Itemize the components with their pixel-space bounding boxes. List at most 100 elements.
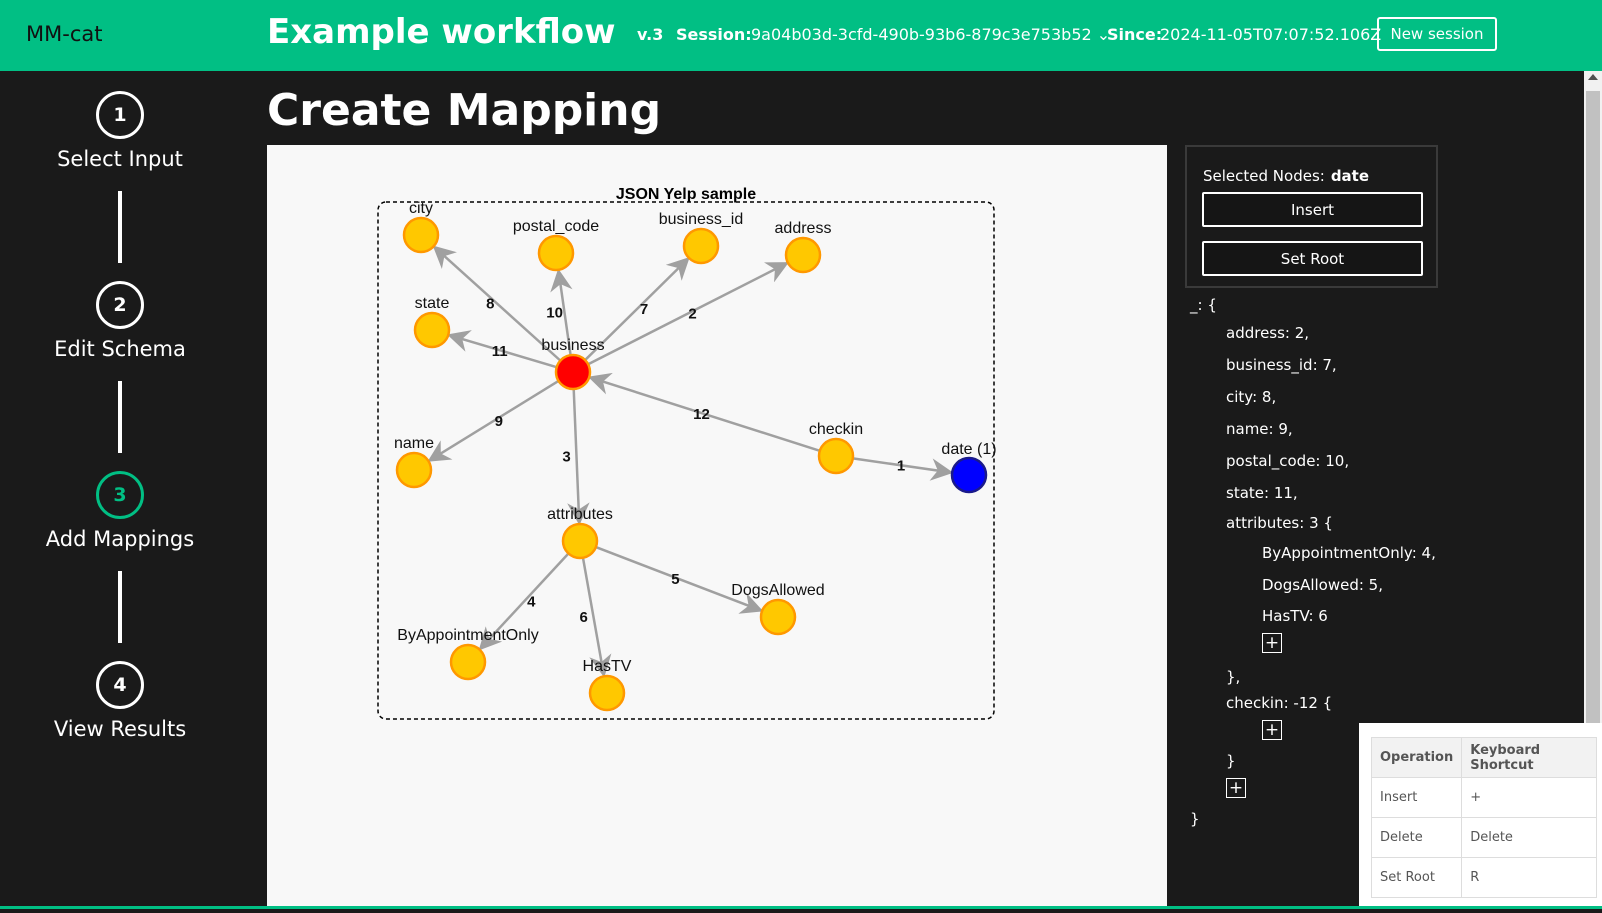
step-select-input[interactable]: 1 Select Input [0, 91, 240, 171]
selected-nodes-value: date [1330, 167, 1370, 185]
insert-button[interactable]: Insert [1202, 192, 1423, 227]
operation-cell: Set Root [1370, 857, 1463, 898]
tree-line[interactable]: postal_code: 10, [1226, 452, 1349, 470]
edge-label: 8 [486, 296, 494, 313]
node-label: name [394, 435, 434, 452]
add-property-icon[interactable]: + [1226, 778, 1246, 798]
node-city[interactable] [402, 216, 440, 254]
shortcut-cell: Delete [1461, 817, 1598, 858]
node-label: city [409, 200, 433, 217]
node-label: date (1) [941, 441, 996, 458]
node-label: state [415, 295, 450, 312]
shortcut-cell: + [1461, 777, 1598, 818]
node-hastv[interactable] [588, 674, 626, 712]
step-connector [118, 191, 122, 263]
scrollbar-thumb[interactable] [1586, 91, 1600, 725]
node-label: HasTV [583, 658, 632, 675]
column-header: Operation [1370, 737, 1463, 778]
add-property-icon[interactable]: + [1262, 633, 1282, 653]
tree-line[interactable]: attributes: 3 { [1226, 514, 1333, 532]
table-row: Set Root R [1370, 857, 1598, 898]
table-row: Delete Delete [1370, 817, 1598, 858]
since-value: 2024-11-05T07:07:52.106Z [1160, 25, 1382, 44]
node-label: ByAppointmentOnly [397, 627, 538, 644]
tree-line: } [1226, 752, 1236, 770]
node-attributes[interactable] [561, 522, 599, 560]
page-title: Create Mapping [267, 85, 662, 136]
node-label: attributes [547, 506, 613, 523]
workflow-title: Example workflow [267, 12, 616, 52]
edge-label: 5 [671, 571, 679, 588]
selection-panel: Selected Nodes: date Insert Set Root [1185, 145, 1438, 288]
node-checkin[interactable] [817, 437, 855, 475]
node-dogsallowed[interactable] [759, 598, 797, 636]
tree-line[interactable]: city: 8, [1226, 388, 1276, 406]
step-view-results[interactable]: 4 View Results [0, 661, 240, 741]
node-label: postal_code [513, 218, 599, 235]
graph-title: JSON Yelp sample [616, 186, 756, 203]
version-label: v.3 [637, 25, 664, 44]
tree-line[interactable]: address: 2, [1226, 324, 1309, 342]
table-header-row: Operation Keyboard Shortcut [1370, 737, 1598, 778]
step-connector [118, 571, 122, 643]
table-row: Insert + [1370, 777, 1598, 818]
session-select[interactable]: 9a04b03d-3cfd-490b-93b6-879c3e753b52 ⌄ [751, 25, 1110, 44]
since-label: Since: [1107, 25, 1163, 44]
edge-business-attributes[interactable] [567, 388, 590, 526]
edge-label: 4 [527, 594, 536, 611]
shortcut-cell: R [1461, 857, 1598, 898]
session-id: 9a04b03d-3cfd-490b-93b6-879c3e753b52 [751, 25, 1092, 44]
node-postal-code[interactable] [537, 234, 575, 272]
graph-canvas[interactable]: JSON Yelp sample 8 10 7 2 11 9 3 12 1 4 6 5 business c… [267, 145, 1167, 909]
step-label: Add Mappings [45, 527, 195, 551]
selected-nodes-label: Selected Nodes: [1203, 167, 1325, 185]
scroll-up-icon[interactable] [1588, 74, 1598, 80]
tree-line[interactable]: checkin: -12 { [1226, 694, 1332, 712]
tree-line[interactable]: business_id: 7, [1226, 356, 1337, 374]
step-edit-schema[interactable]: 2 Edit Schema [0, 281, 240, 361]
step-number: 4 [96, 661, 144, 709]
edge-label: 9 [495, 413, 503, 430]
edge-label: 7 [640, 301, 648, 318]
session-label: Session: [676, 25, 752, 44]
edge-label: 11 [492, 343, 508, 360]
tree-line[interactable]: HasTV: 6 [1262, 607, 1328, 625]
tree-line: } [1190, 810, 1200, 828]
schema-graph[interactable]: JSON Yelp sample 8 10 7 2 11 9 3 12 1 4 6 5 business c… [267, 145, 1167, 909]
tree-line[interactable]: state: 11, [1226, 484, 1298, 502]
node-byappointmentonly[interactable] [449, 643, 487, 681]
edge-label: 1 [897, 458, 905, 475]
selected-nodes: Selected Nodes: date [1203, 167, 1369, 185]
node-business-id[interactable] [682, 227, 720, 265]
edge-label: 6 [579, 609, 587, 626]
step-label: View Results [53, 717, 187, 741]
node-label: address [775, 220, 832, 237]
step-label: Edit Schema [54, 337, 186, 361]
column-header: Keyboard Shortcut [1461, 737, 1598, 778]
node-label: business_id [659, 211, 744, 228]
tree-line: _: { [1190, 296, 1217, 314]
new-session-button[interactable]: New session [1377, 17, 1497, 51]
set-root-button[interactable]: Set Root [1202, 241, 1423, 276]
top-bar: MM-cat Example workflow v.3 Session: 9a0… [0, 0, 1602, 71]
tree-line[interactable]: name: 9, [1226, 420, 1293, 438]
edge-label: 2 [688, 306, 696, 323]
step-add-mappings[interactable]: 3 Add Mappings [0, 471, 240, 551]
tree-line[interactable]: ByAppointmentOnly: 4, [1262, 544, 1436, 562]
edge-label: 12 [693, 406, 710, 423]
step-number: 3 [96, 471, 144, 519]
node-address[interactable] [784, 236, 822, 274]
app-name[interactable]: MM-cat [26, 22, 102, 46]
tree-line[interactable]: DogsAllowed: 5, [1262, 576, 1383, 594]
node-name[interactable] [395, 451, 433, 489]
node-label: business [541, 337, 604, 354]
node-label: DogsAllowed [731, 582, 824, 599]
node-business[interactable] [554, 353, 592, 391]
node-label: checkin [809, 421, 863, 438]
add-property-icon[interactable]: + [1262, 720, 1282, 740]
step-number: 2 [96, 281, 144, 329]
node-date-1[interactable] [950, 456, 988, 494]
tree-line: }, [1226, 668, 1241, 686]
node-state[interactable] [413, 311, 451, 349]
step-label: Select Input [57, 147, 183, 171]
